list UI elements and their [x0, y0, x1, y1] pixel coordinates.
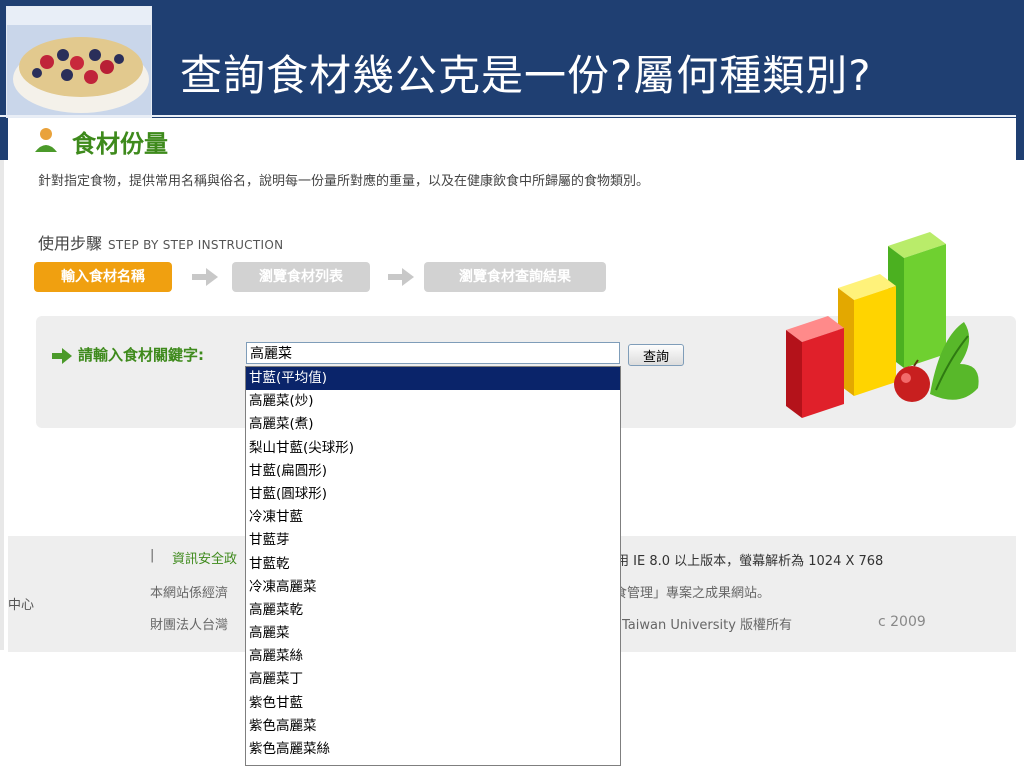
arrow-right-icon [388, 268, 414, 286]
footer-foundation: 財團法人台灣 [150, 618, 229, 633]
bar-chart-graphic [786, 232, 979, 418]
slide-title: 查詢食材幾公克是一份?屬何種類別? [180, 51, 872, 100]
autocomplete-option[interactable]: 高麗菜丁 [246, 668, 620, 691]
footer-project-note: 食管理」專案之成果網站。 [614, 586, 771, 601]
step-browse-food-list: 瀏覽食材列表 [232, 262, 370, 292]
pointing-arrow-icon [52, 348, 72, 364]
footer-org-name: 中心 [8, 598, 35, 613]
autocomplete-option[interactable]: 高麗菜絲 [246, 645, 620, 668]
step-enter-food-name: 輸入食材名稱 [34, 262, 172, 292]
steps-label: 使用步驟 [38, 234, 103, 253]
step-browse-results: 瀏覽食材查詢結果 [424, 262, 606, 292]
app-title: 食材份量 [72, 130, 168, 158]
footer-copyright: Taiwan University 版權所有 [622, 618, 793, 633]
search-label: 請輸入食材關鍵字: [78, 346, 204, 364]
autocomplete-option[interactable]: 高麗菜乾 [246, 599, 620, 622]
autocomplete-option[interactable]: 甘藍(平均值) [246, 367, 620, 391]
footer-year: c 2009 [878, 614, 926, 630]
footer-site-note: 本網站係經濟 [150, 586, 229, 601]
autocomplete-dropdown[interactable]: 甘藍(平均值) 高麗菜(炒) 高麗菜(煮) 梨山甘藍(尖球形) 甘藍(扁圓形) … [245, 366, 621, 766]
autocomplete-option[interactable]: 高麗菜(炒) [246, 390, 620, 413]
query-button[interactable]: 查詢 [628, 344, 684, 366]
food-keyword-input[interactable] [246, 342, 620, 364]
autocomplete-option[interactable]: 梨山甘藍(尖球形) [246, 437, 620, 460]
autocomplete-option[interactable]: 紫色高麗菜絲 [246, 738, 620, 761]
autocomplete-option[interactable]: 甘藍(圓球形) [246, 483, 620, 506]
autocomplete-option[interactable]: 高麗菜(煮) [246, 413, 620, 436]
steps-label-en: STEP BY STEP INSTRUCTION [108, 238, 284, 252]
autocomplete-option[interactable]: 高麗菜 [246, 622, 620, 645]
footer-separator: | [150, 548, 155, 563]
autocomplete-option[interactable]: 紫色甘藍 [246, 692, 620, 715]
left-edge-divider [0, 160, 4, 650]
autocomplete-option[interactable]: 甘藍芽 [246, 529, 620, 552]
header-divider [0, 115, 1016, 117]
header-food-photo [6, 6, 152, 118]
arrow-right-icon [192, 268, 218, 286]
user-icon [35, 128, 57, 152]
footer-security-policy-link[interactable]: 資訊安全政 [172, 548, 237, 567]
autocomplete-option[interactable]: 冷凍高麗菜 [246, 576, 620, 599]
steps-heading: 使用步驟 STEP BY STEP INSTRUCTION [38, 230, 283, 254]
autocomplete-option[interactable]: 紫色高麗菜 [246, 715, 620, 738]
autocomplete-option[interactable]: 甘藍(扁圓形) [246, 460, 620, 483]
autocomplete-option[interactable]: 冷凍甘藍 [246, 506, 620, 529]
footer-browser-note: 用 IE 8.0 以上版本，螢幕解析為 1024 X 768 [616, 554, 884, 569]
app-description: 針對指定食物，提供常用名稱與俗名，說明每一份量所對應的重量，以及在健康飲食中所歸… [38, 174, 650, 189]
autocomplete-option[interactable]: 甘藍乾 [246, 553, 620, 576]
